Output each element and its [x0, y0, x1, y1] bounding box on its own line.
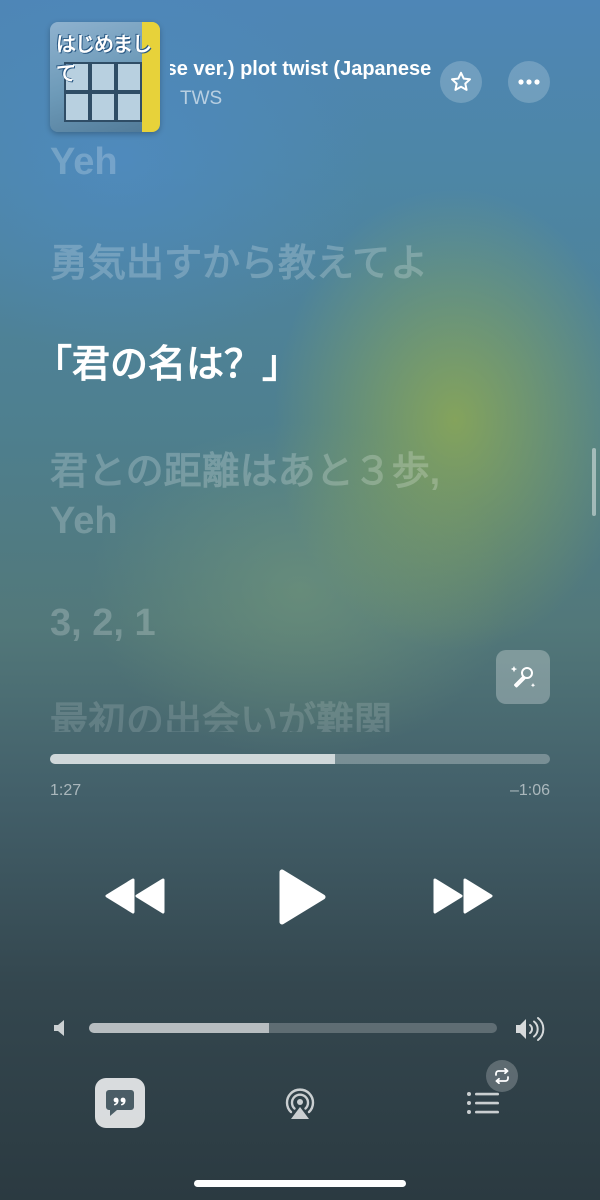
fast-forward-button[interactable]: [428, 866, 498, 926]
forward-icon: [433, 878, 493, 914]
repeat-icon: [495, 1068, 509, 1084]
queue-list-icon: [467, 1092, 499, 1114]
lyric-line-previous[interactable]: Yeh: [50, 132, 118, 176]
album-artwork[interactable]: はじめまして: [50, 22, 160, 132]
lyric-line[interactable]: 3, 2, 1: [50, 602, 156, 645]
home-indicator[interactable]: [194, 1180, 406, 1187]
now-playing-screen: はじめまして (Japanese ver.) plot twist (Japan…: [0, 0, 600, 1200]
track-title[interactable]: (Japanese ver.) plot twist (Japanese ver…: [170, 58, 432, 84]
speaker-low-icon: [54, 1020, 64, 1036]
remaining-time: –1:06: [509, 782, 550, 799]
lyrics-button[interactable]: [95, 1078, 145, 1128]
lyrics-scrollbar[interactable]: [592, 448, 596, 516]
lyric-line-next[interactable]: 最初の出会いが難関: [50, 700, 392, 732]
star-icon: [451, 71, 471, 91]
airplay-button[interactable]: [275, 1080, 325, 1126]
more-options-button[interactable]: [508, 61, 550, 103]
elapsed-time: 1:27: [50, 782, 82, 799]
lyrics-quote-icon: [106, 1090, 134, 1116]
backward-icon: [105, 878, 165, 914]
lyric-line[interactable]: 君との距離はあと３歩,: [50, 440, 440, 495]
artwork-title: はじめまして: [56, 34, 152, 85]
track-title-text: (Japanese ver.) plot twist (Japanese ver…: [170, 58, 432, 80]
sing-button[interactable]: [496, 650, 550, 704]
airplay-icon: [285, 1088, 315, 1119]
lyric-line-continued[interactable]: Yeh: [50, 500, 118, 543]
play-icon: [279, 869, 326, 925]
now-playing-header: はじめまして (Japanese ver.) plot twist (Japan…: [0, 0, 600, 140]
lyric-line[interactable]: 勇気出すから教えてよ: [50, 232, 428, 287]
lyric-line-active[interactable]: 「君の名は？」: [34, 333, 300, 388]
volume-slider[interactable]: [89, 1023, 497, 1033]
karaoke-mic-icon: [510, 666, 536, 688]
artist-name[interactable]: TWS: [180, 88, 222, 110]
repeat-button[interactable]: [486, 1060, 518, 1092]
rewind-button[interactable]: [100, 866, 170, 926]
play-button[interactable]: [270, 862, 334, 932]
playback-scrubber[interactable]: [50, 754, 550, 764]
artwork-panel: [64, 92, 90, 122]
speaker-high-icon: [516, 1017, 545, 1041]
artwork-panel: [116, 92, 142, 122]
ellipsis-icon: [518, 79, 540, 85]
playback-progress-fill: [50, 754, 335, 764]
favorite-button[interactable]: [440, 61, 482, 103]
artwork-panel: [90, 92, 116, 122]
volume-level-fill: [89, 1023, 269, 1033]
